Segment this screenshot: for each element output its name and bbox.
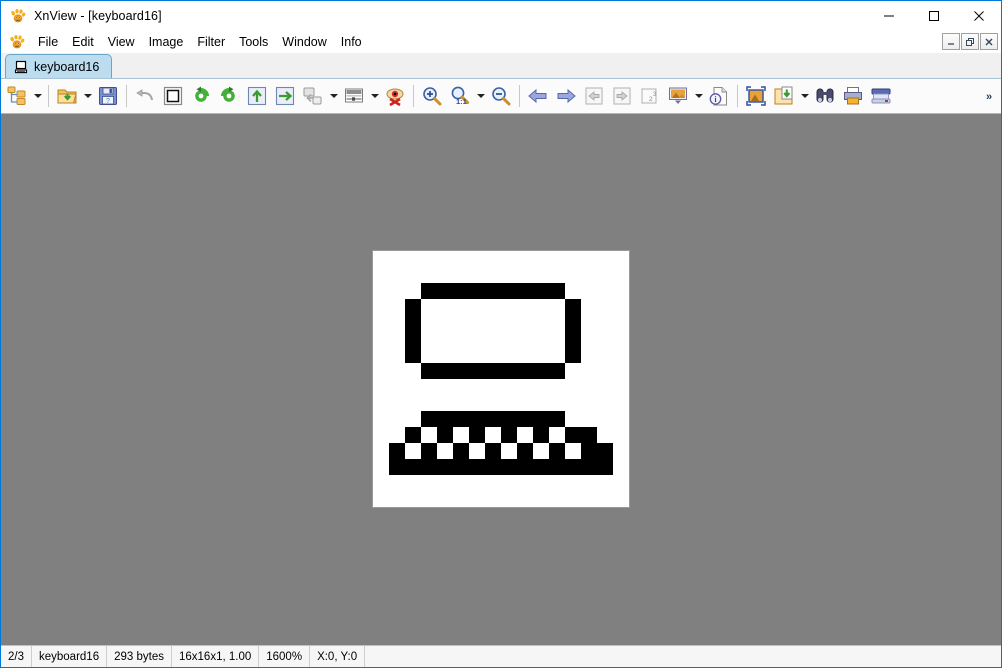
toolbar-overflow-button[interactable]: » bbox=[980, 79, 998, 114]
flip-vertical-button[interactable] bbox=[243, 81, 271, 111]
menu-info[interactable]: Info bbox=[334, 33, 369, 51]
toolbar-separator-1 bbox=[48, 85, 49, 107]
crop-button[interactable] bbox=[159, 81, 187, 111]
monitor-keyboard-icon bbox=[14, 60, 28, 74]
browser-dropdown-arrow-icon[interactable] bbox=[31, 81, 44, 111]
zoom-out-button[interactable] bbox=[487, 81, 515, 111]
batch-convert-button[interactable] bbox=[770, 81, 798, 111]
status-file-size: 293 bytes bbox=[107, 646, 172, 667]
menu-image[interactable]: Image bbox=[142, 33, 191, 51]
print-button[interactable] bbox=[839, 81, 867, 111]
menu-window[interactable]: Window bbox=[275, 33, 333, 51]
next-image-button[interactable] bbox=[552, 81, 580, 111]
toolbar-separator-2 bbox=[126, 85, 127, 107]
mdi-minimize-button[interactable] bbox=[942, 33, 960, 50]
resize-dropdown-arrow-icon[interactable] bbox=[327, 81, 340, 111]
title-bar: XnView - [keyboard16] bbox=[1, 1, 1001, 31]
resize-image-button[interactable] bbox=[299, 81, 327, 111]
window-controls bbox=[866, 1, 1001, 31]
menu-bar: File Edit View Image Filter Tools Window… bbox=[1, 31, 1001, 53]
flip-horizontal-button[interactable] bbox=[271, 81, 299, 111]
menu-view[interactable]: View bbox=[101, 33, 142, 51]
first-image-button[interactable] bbox=[580, 81, 608, 111]
status-image-index: 2/3 bbox=[1, 646, 32, 667]
save-button[interactable]: ? bbox=[94, 81, 122, 111]
toolbar-separator-5 bbox=[737, 85, 738, 107]
xnview-menu-logo-icon bbox=[9, 34, 25, 50]
open-button[interactable] bbox=[53, 81, 81, 111]
red-eye-button[interactable] bbox=[381, 81, 409, 111]
zoom-in-button[interactable] bbox=[418, 81, 446, 111]
xnview-window: XnView - [keyboard16] File Edit View Ima… bbox=[0, 0, 1002, 668]
maximize-button[interactable] bbox=[911, 1, 956, 31]
image-canvas[interactable] bbox=[1, 114, 1001, 645]
status-extra bbox=[365, 646, 1001, 667]
tab-bar: keyboard16 bbox=[1, 53, 1001, 79]
adjust-levels-button[interactable] bbox=[340, 81, 368, 111]
mdi-restore-button[interactable] bbox=[961, 33, 979, 50]
rotate-left-button[interactable] bbox=[187, 81, 215, 111]
scan-button[interactable] bbox=[867, 81, 895, 111]
browser-button[interactable] bbox=[3, 81, 31, 111]
menu-filter[interactable]: Filter bbox=[190, 33, 232, 51]
menu-tools[interactable]: Tools bbox=[232, 33, 275, 51]
undo-button[interactable] bbox=[131, 81, 159, 111]
multi-page-button[interactable]: 2 3 bbox=[636, 81, 664, 111]
main-toolbar: ? 1:1 2 3 i » bbox=[1, 79, 1001, 114]
toolbar-separator-3 bbox=[413, 85, 414, 107]
minimize-button[interactable] bbox=[866, 1, 911, 31]
find-button[interactable] bbox=[811, 81, 839, 111]
status-cursor-coordinates: X:0, Y:0 bbox=[310, 646, 366, 667]
adjust-dropdown-arrow-icon[interactable] bbox=[368, 81, 381, 111]
last-image-button[interactable] bbox=[608, 81, 636, 111]
zoom-dropdown-arrow-icon[interactable] bbox=[474, 81, 487, 111]
previous-image-button[interactable] bbox=[524, 81, 552, 111]
window-title: XnView - [keyboard16] bbox=[34, 9, 162, 23]
xnview-paw-logo-icon bbox=[10, 8, 26, 24]
info-button[interactable]: i bbox=[705, 81, 733, 111]
open-dropdown-arrow-icon[interactable] bbox=[81, 81, 94, 111]
menu-file[interactable]: File bbox=[31, 33, 65, 51]
batch-dropdown-arrow-icon[interactable] bbox=[798, 81, 811, 111]
fit-to-window-button[interactable] bbox=[742, 81, 770, 111]
mdi-window-controls bbox=[942, 33, 998, 50]
status-zoom-level: 1600% bbox=[259, 646, 311, 667]
close-button[interactable] bbox=[956, 1, 1001, 31]
mdi-close-button[interactable] bbox=[980, 33, 998, 50]
zoom-actual-size-button[interactable]: 1:1 bbox=[446, 81, 474, 111]
menu-edit[interactable]: Edit bbox=[65, 33, 101, 51]
svg-text:1:1: 1:1 bbox=[456, 97, 467, 106]
tab-label: keyboard16 bbox=[34, 59, 100, 74]
tab-keyboard16[interactable]: keyboard16 bbox=[5, 54, 113, 78]
fullscreen-dropdown-arrow-icon[interactable] bbox=[692, 81, 705, 111]
status-file-name: keyboard16 bbox=[32, 646, 108, 667]
svg-text:?: ? bbox=[106, 98, 110, 105]
rotate-right-button[interactable] bbox=[215, 81, 243, 111]
fullscreen-button[interactable] bbox=[664, 81, 692, 111]
image-frame bbox=[372, 249, 630, 508]
toolbar-separator-4 bbox=[519, 85, 520, 107]
status-bar: 2/3 keyboard16 293 bytes 16x16x1, 1.00 1… bbox=[1, 645, 1001, 667]
status-dimensions: 16x16x1, 1.00 bbox=[172, 646, 260, 667]
image-bitmap bbox=[373, 250, 629, 507]
